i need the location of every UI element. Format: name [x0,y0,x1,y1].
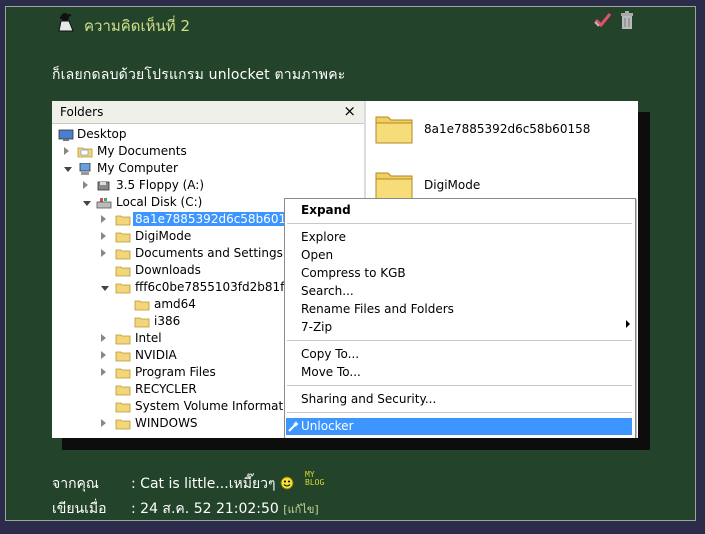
expand-arrow-icon[interactable] [101,334,106,342]
tree-label: Desktop [77,127,127,141]
menu-separator [287,223,632,224]
monk-figure-icon [58,13,74,32]
folder-icon [115,266,131,277]
expand-arrow-icon[interactable] [64,147,69,155]
comment-title: ความคิดเห็นที่ 2 [84,17,191,35]
context-menu: Expand Explore Open Compress to KGB Sear… [284,198,636,438]
tree-label: Local Disk (C:) [116,195,203,209]
folder-icon [115,351,131,362]
menu-item-compress[interactable]: Compress to KGB [301,266,406,280]
author-name: : Cat is little...เหมี๊ยวๆ [131,473,294,495]
tree-label: Program Files [135,365,216,379]
written-value: : 24 ส.ค. 52 21:02:50 [131,501,279,517]
desktop-icon [58,129,74,141]
folder-icon [115,215,131,226]
tree-label: DigiMode [135,229,192,243]
menu-item-expand[interactable]: Expand [301,203,351,217]
folders-title: Folders [60,105,104,119]
expand-arrow-icon[interactable] [101,232,106,240]
close-icon[interactable]: × [343,102,356,120]
menu-item-sharing[interactable]: Sharing and Security... [301,392,436,406]
expand-arrow-icon[interactable] [101,215,106,223]
tree-label: Intel [135,331,162,345]
tree-label: NVIDIA [135,348,177,362]
menu-item-copy-to[interactable]: Copy To... [301,347,359,361]
folder-icon [115,368,131,379]
tree-label: Documents and Settings [135,246,283,260]
menu-item-explore[interactable]: Explore [301,230,346,244]
blog-badge-line2: BLOG [305,478,325,487]
folder-icon [115,334,131,345]
folder-icon [77,147,93,158]
submenu-arrow-icon [626,320,630,328]
my-blog-badge[interactable]: MY BLOG [305,471,324,487]
tree-label: My Computer [97,161,178,175]
menu-item-search[interactable]: Search... [301,284,354,298]
collapse-arrow-icon[interactable] [64,167,72,172]
folder-icon [115,419,131,430]
expand-arrow-icon[interactable] [101,249,106,257]
computer-icon [79,163,91,175]
tree-label: Downloads [135,263,201,277]
menu-separator [287,340,632,341]
trash-icon[interactable] [620,11,634,30]
embedded-screenshot: Folders × Desktop My Documents My Comput… [52,101,638,438]
menu-item-rename[interactable]: Rename Files and Folders [301,302,454,316]
menu-item-move-to[interactable]: Move To... [301,365,361,379]
edit-link[interactable]: [แก้ไข] [283,503,318,516]
menu-separator [287,385,632,386]
tree-label: My Documents [97,144,187,158]
tree-label: 8a1e7885392d6c58b60158 [133,212,304,226]
tree-label: WINDOWS [135,416,198,430]
tree-label: RECYCLER [135,382,197,396]
drive-icon [96,198,112,209]
collapse-arrow-icon[interactable] [101,286,109,291]
menu-separator [287,412,632,413]
file-item-name[interactable]: DigiMode [424,178,480,192]
menu-item-7zip[interactable]: 7-Zip [301,320,332,334]
tree-label: System Volume Information [135,399,302,413]
smiley-icon [280,476,294,490]
expand-arrow-icon[interactable] [101,368,106,376]
comment-body: ก็เลยกดลบด้วยโปรแกรม unlocket ตามภาพคะ [52,67,346,83]
expand-arrow-icon[interactable] [101,351,106,359]
folder-icon [115,249,131,260]
folder-icon[interactable] [374,111,414,145]
expand-arrow-icon[interactable] [101,419,106,427]
folder-icon [134,300,150,311]
tree-label: i386 [154,314,181,328]
tree-label: 3.5 Floppy (A:) [116,178,205,192]
menu-item-unlocker[interactable]: Unlocker [301,419,354,433]
wand-icon [288,421,299,432]
check-icon[interactable] [594,12,612,28]
from-label: จากคุณ [52,476,99,492]
folder-icon [115,385,131,396]
folders-header: Folders × [52,101,364,124]
floppy-icon [97,181,110,191]
folder-icon [115,283,131,294]
folder-icon [115,232,131,243]
file-item-name[interactable]: 8a1e7885392d6c58b60158 [424,122,590,136]
tree-label: fff6c0be7855103fd2b81ffc [135,280,296,294]
written-label: เขียนเมื่อ [52,501,107,517]
collapse-arrow-icon[interactable] [83,201,91,206]
folder-icon [134,317,150,328]
written-date: : 24 ส.ค. 52 21:02:50 [แก้ไข] [131,498,319,520]
folder-icon[interactable] [374,167,414,201]
author-value: : Cat is little...เหมี๊ยวๆ [131,476,276,492]
menu-item-open[interactable]: Open [301,248,333,262]
expand-arrow-icon[interactable] [83,181,88,189]
folder-icon [115,402,131,413]
tree-label: amd64 [154,297,196,311]
